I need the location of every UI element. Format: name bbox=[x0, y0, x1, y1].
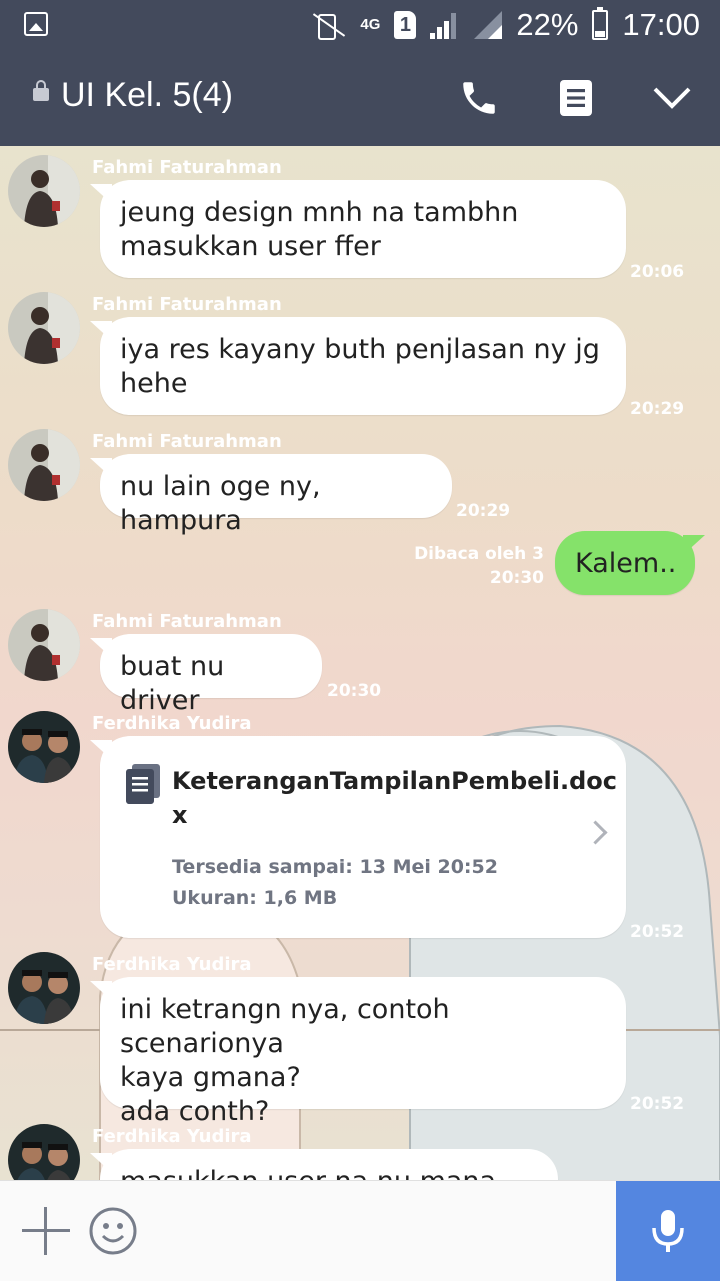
input-bar bbox=[0, 1180, 720, 1281]
status-bar: 4G 1 22% 17:00 bbox=[0, 0, 720, 50]
avatar[interactable] bbox=[8, 609, 80, 681]
signal-icon bbox=[430, 11, 460, 39]
message-line: hehe bbox=[120, 368, 188, 399]
message-line: iya res kayany buth penjlasan ny jg bbox=[120, 334, 600, 365]
message-time: 20:30 bbox=[327, 681, 382, 701]
emoji-icon[interactable] bbox=[88, 1206, 138, 1256]
sim-icon: 1 bbox=[394, 11, 417, 39]
message-line: masukkan user ffer bbox=[120, 231, 381, 262]
call-button[interactable] bbox=[455, 74, 503, 122]
message-bubble[interactable]: jeung design mnh na tambhn masukkan user… bbox=[100, 180, 626, 278]
message-line: jeung design mnh na tambhn bbox=[120, 197, 519, 228]
message-line: nu lain oge ny, hampura bbox=[120, 471, 321, 536]
avatar[interactable] bbox=[8, 155, 80, 227]
mic-icon bbox=[652, 1210, 684, 1252]
file-message-bubble[interactable]: KeteranganTampilanPembeli.doc x Tersedia… bbox=[100, 736, 626, 938]
avatar[interactable] bbox=[8, 952, 80, 1024]
message-time: 20:06 bbox=[630, 262, 685, 282]
lock-icon bbox=[33, 80, 49, 101]
sender-name: Fahmi Faturahman bbox=[92, 431, 282, 452]
voice-message-button[interactable] bbox=[616, 1181, 720, 1281]
note-icon bbox=[560, 80, 592, 116]
sender-name: Fahmi Faturahman bbox=[92, 294, 282, 315]
read-receipt: Dibaca oleh 3 20:30 bbox=[380, 542, 544, 590]
plus-icon[interactable] bbox=[22, 1207, 70, 1255]
sender-name: Ferdhika Yudira bbox=[92, 1126, 252, 1147]
sender-name: Ferdhika Yudira bbox=[92, 954, 252, 975]
message-line: ini ketrangn nya, contoh scenarionya bbox=[120, 994, 450, 1059]
message-line: ada conth? bbox=[120, 1096, 270, 1127]
message-line: buat nu driver bbox=[120, 651, 225, 716]
notes-button[interactable] bbox=[552, 74, 600, 122]
chat-area[interactable]: Fahmi Faturahman jeung design mnh na tam… bbox=[0, 146, 720, 1180]
message-time: 20:29 bbox=[456, 501, 511, 521]
vibrate-mute-icon bbox=[310, 12, 346, 40]
call-icon bbox=[463, 82, 495, 114]
sender-name: Ferdhika Yudira bbox=[92, 713, 252, 734]
message-line: kaya gmana? bbox=[120, 1062, 301, 1093]
avatar[interactable] bbox=[8, 429, 80, 501]
network-type: 4G bbox=[360, 16, 381, 33]
read-status: Dibaca oleh 3 bbox=[414, 544, 544, 564]
sender-name: Fahmi Faturahman bbox=[92, 611, 282, 632]
file-size: Ukuran: 1,6 MB bbox=[172, 887, 338, 909]
sender-name: Fahmi Faturahman bbox=[92, 157, 282, 178]
message-bubble[interactable]: masukkan user na nu mana mi? bbox=[100, 1149, 558, 1180]
chevron-down-icon bbox=[653, 87, 691, 109]
clock: 17:00 bbox=[622, 7, 700, 42]
message-line: Kalem.. bbox=[575, 548, 677, 579]
message-time: 20:52 bbox=[630, 922, 685, 942]
message-bubble[interactable]: ini ketrangn nya, contoh scenarionya kay… bbox=[100, 977, 626, 1127]
signal-2-icon bbox=[474, 11, 503, 39]
avatar[interactable] bbox=[8, 711, 80, 783]
chat-title[interactable]: UI Kel. 5(4) bbox=[61, 76, 233, 115]
message-bubble[interactable]: iya res kayany buth penjlasan ny jg hehe bbox=[100, 317, 626, 415]
message-time: 20:29 bbox=[630, 399, 685, 419]
battery-icon bbox=[592, 7, 609, 40]
gallery-notification-icon bbox=[24, 12, 48, 36]
message-line: masukkan user na nu mana mi? bbox=[120, 1165, 538, 1180]
document-icon bbox=[126, 764, 160, 804]
avatar[interactable] bbox=[8, 292, 80, 364]
battery-percent: 22% bbox=[516, 7, 579, 42]
message-time: 20:30 bbox=[489, 568, 544, 588]
message-time: 20:52 bbox=[630, 1094, 685, 1114]
message-bubble[interactable]: nu lain oge ny, hampura bbox=[100, 454, 452, 536]
file-availability: Tersedia sampai: 13 Mei 20:52 bbox=[172, 856, 498, 878]
status-icons: 4G 1 22% 17:00 bbox=[310, 6, 700, 44]
my-message-bubble[interactable]: Kalem.. bbox=[555, 531, 695, 595]
message-bubble[interactable]: buat nu driver bbox=[100, 634, 322, 716]
chat-header: UI Kel. 5(4) bbox=[0, 50, 720, 146]
file-name: KeteranganTampilanPembeli.doc x bbox=[172, 767, 617, 829]
expand-menu-button[interactable] bbox=[648, 74, 696, 122]
